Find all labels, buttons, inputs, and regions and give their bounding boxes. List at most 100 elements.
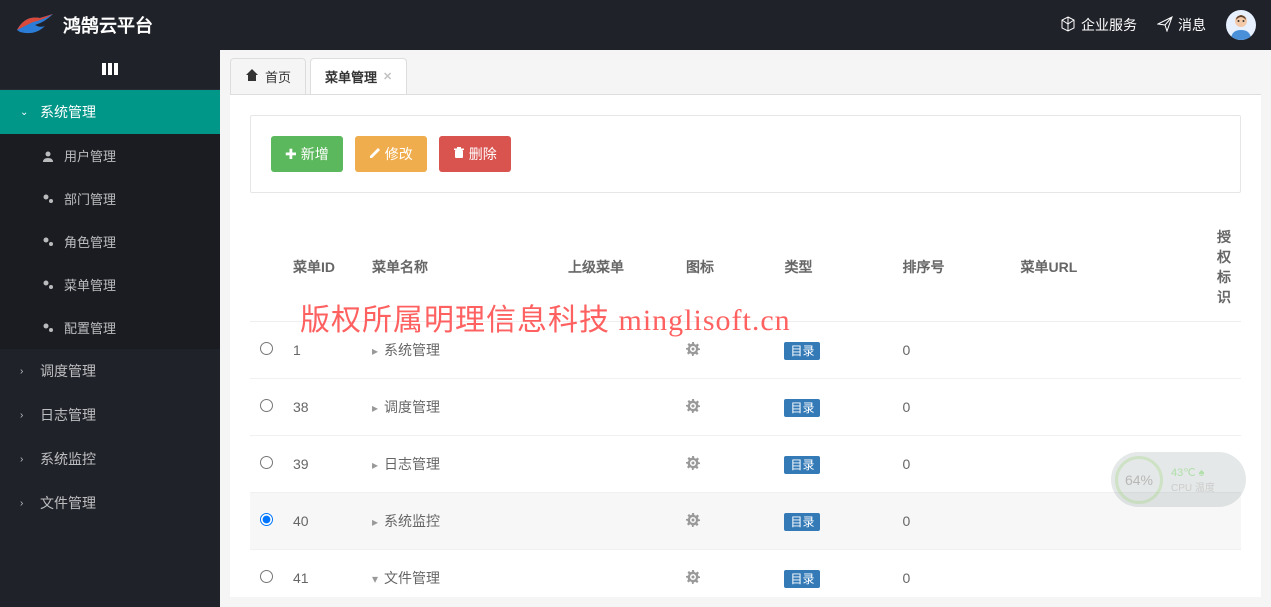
sidebar-item-monitor[interactable]: › 系统监控 [0, 437, 220, 481]
cogs-icon [40, 236, 56, 248]
expand-icon[interactable]: ▸ [372, 515, 378, 529]
delete-button[interactable]: 删除 [439, 136, 511, 172]
row-radio[interactable] [260, 456, 273, 469]
sidebar-item-menu[interactable]: 菜单管理 [0, 263, 220, 306]
cpu-percent: 64% [1115, 456, 1163, 504]
menu-icon [102, 62, 118, 78]
sidebar-item-config[interactable]: 配置管理 [0, 306, 220, 349]
button-label: 新增 [301, 144, 329, 164]
header: 鸿鹄云平台 企业服务 消息 [0, 0, 1271, 50]
sidebar-item-system[interactable]: ⌄ 系统管理 [0, 90, 220, 134]
cell-parent [558, 322, 676, 379]
sidebar-item-dept[interactable]: 部门管理 [0, 177, 220, 220]
cell-type: 目录 [774, 436, 892, 493]
row-radio[interactable] [260, 570, 273, 583]
sidebar-item-log[interactable]: › 日志管理 [0, 393, 220, 437]
avatar[interactable] [1226, 10, 1256, 40]
sidebar-toggle[interactable] [0, 50, 220, 90]
cell-order: 0 [893, 493, 1011, 550]
col-select [250, 213, 283, 322]
edit-button[interactable]: 修改 [355, 136, 427, 172]
messages-link[interactable]: 消息 [1157, 15, 1206, 35]
type-badge: 目录 [784, 399, 820, 417]
app-title: 鸿鹄云平台 [63, 12, 153, 38]
tab-menu-mgmt[interactable]: 菜单管理 ✕ [310, 58, 407, 94]
sidebar-item-label: 系统监控 [40, 449, 96, 469]
send-icon [1157, 16, 1173, 35]
gear-icon [686, 343, 700, 359]
header-right: 企业服务 消息 [1060, 10, 1256, 40]
expand-icon[interactable]: ▸ [372, 458, 378, 472]
sidebar-item-label: 配置管理 [64, 318, 116, 337]
col-auth: 授权标识 [1207, 213, 1241, 322]
sidebar-item-users[interactable]: 用户管理 [0, 134, 220, 177]
cpu-widget: 64% 43℃ ♠ CPU 温度 [1111, 452, 1246, 507]
expand-icon[interactable]: ▸ [372, 401, 378, 415]
sidebar-item-label: 角色管理 [64, 232, 116, 251]
row-radio[interactable] [260, 513, 273, 526]
cell-type: 目录 [774, 379, 892, 436]
cell-icon [676, 493, 774, 550]
cell-id: 38 [283, 379, 362, 436]
cell-url [1010, 379, 1207, 436]
cell-order: 0 [893, 550, 1011, 598]
toolbar: ✚ 新增 修改 删除 [250, 115, 1241, 193]
sidebar-item-role[interactable]: 角色管理 [0, 220, 220, 263]
row-radio[interactable] [260, 342, 273, 355]
tabbar: 首页 菜单管理 ✕ [220, 50, 1271, 94]
cell-parent [558, 493, 676, 550]
cell-id: 40 [283, 493, 362, 550]
table-row[interactable]: 39▸日志管理目录0 [250, 436, 1241, 493]
sidebar-item-schedule[interactable]: › 调度管理 [0, 349, 220, 393]
chevron-down-icon: ⌄ [20, 107, 32, 118]
pencil-icon [369, 146, 381, 162]
table-row[interactable]: 40▸系统监控目录0 [250, 493, 1241, 550]
table-row[interactable]: 41▾文件管理 目录0 [250, 550, 1241, 598]
expand-icon[interactable]: ▾ [372, 572, 378, 586]
cell-order: 0 [893, 322, 1011, 379]
cell-name: ▸系统管理 [362, 322, 558, 379]
table-row[interactable]: 38▸调度管理目录0 [250, 379, 1241, 436]
cell-url [1010, 322, 1207, 379]
cell-order: 0 [893, 436, 1011, 493]
cogs-icon [40, 279, 56, 291]
sidebar-item-label: 调度管理 [40, 361, 96, 381]
sidebar-item-label: 系统管理 [40, 102, 96, 122]
add-button[interactable]: ✚ 新增 [271, 136, 343, 172]
cell-id: 39 [283, 436, 362, 493]
gear-icon [686, 457, 700, 473]
cell-id: 1 [283, 322, 362, 379]
enterprise-link[interactable]: 企业服务 [1060, 15, 1137, 35]
expand-icon[interactable]: ▸ [372, 344, 378, 358]
col-id: 菜单ID [283, 213, 362, 322]
tab-label: 首页 [265, 67, 291, 86]
sidebar-item-label: 用户管理 [64, 146, 116, 165]
logo-icon [15, 10, 55, 40]
sidebar: ⌄ 系统管理 用户管理 部门管理 角色管理 菜单管理 配置管理 › 调度管理 ›… [0, 50, 220, 607]
content-scroll[interactable]: ✚ 新增 修改 删除 菜单ID 菜单名称 [230, 95, 1261, 597]
cell-parent [558, 550, 676, 598]
cell-parent [558, 436, 676, 493]
tab-home[interactable]: 首页 [230, 58, 306, 94]
cell-type: 目录 [774, 550, 892, 598]
close-icon[interactable]: ✕ [383, 70, 392, 83]
row-radio[interactable] [260, 399, 273, 412]
gear-icon [686, 514, 700, 530]
trash-icon [453, 146, 465, 162]
cell-icon [676, 322, 774, 379]
type-badge: 目录 [784, 342, 820, 360]
col-name: 菜单名称 [362, 213, 558, 322]
messages-label: 消息 [1178, 15, 1206, 35]
cell-url [1010, 550, 1207, 598]
cell-auth [1207, 550, 1241, 598]
sidebar-item-file[interactable]: › 文件管理 [0, 481, 220, 525]
cell-auth [1207, 322, 1241, 379]
leaf-icon: ♠ [1199, 467, 1205, 479]
cpu-temp: 43℃ ♠ [1171, 466, 1215, 479]
cell-id: 41 [283, 550, 362, 598]
col-icon: 图标 [676, 213, 774, 322]
cogs-icon [40, 322, 56, 334]
col-parent: 上级菜单 [558, 213, 676, 322]
table-row[interactable]: 1▸系统管理 目录 0 [250, 322, 1241, 379]
cell-name: ▾文件管理 [362, 550, 558, 598]
